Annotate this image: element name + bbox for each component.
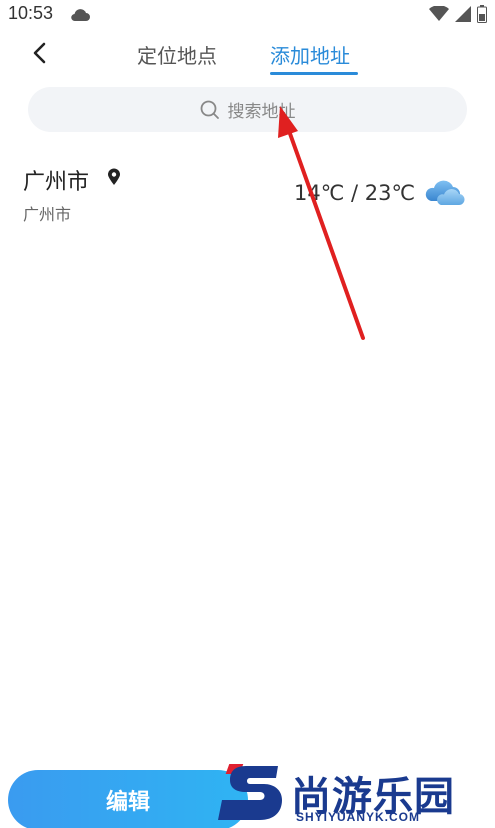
- search-icon: [200, 100, 219, 119]
- watermark-logo: 尚游乐园 SHYIYUANYK.COM: [216, 762, 495, 828]
- temperature-range: 14℃ / 23℃: [294, 181, 416, 205]
- back-button[interactable]: [24, 38, 54, 68]
- watermark-subtext: SHYIYUANYK.COM: [296, 810, 421, 824]
- cloud-icon: [70, 7, 90, 26]
- tab-locate[interactable]: 定位地点: [137, 40, 217, 69]
- location-pin-icon: [107, 168, 121, 190]
- city-name: 广州市: [23, 170, 90, 195]
- list-item[interactable]: 广州市 广州市 14℃ / 23℃: [0, 150, 495, 240]
- battery-icon: [477, 5, 487, 27]
- search-placeholder: 搜索地址: [227, 102, 296, 122]
- status-time: 10:53: [8, 3, 54, 23]
- edit-button-label: 编辑: [105, 790, 150, 815]
- signal-icon: [455, 6, 471, 26]
- edit-button[interactable]: 编辑: [8, 770, 248, 828]
- search-input[interactable]: 搜索地址: [28, 87, 467, 132]
- nav-bar: 定位地点 添加地址: [0, 30, 495, 80]
- status-bar: 10:53: [0, 0, 495, 30]
- city-subtitle: 广州市: [23, 205, 72, 224]
- chevron-left-icon: [33, 42, 46, 64]
- cloudy-icon: [423, 175, 465, 211]
- tab-underline: [270, 72, 358, 75]
- tab-add-address[interactable]: 添加地址: [270, 40, 350, 69]
- wifi-icon: [429, 5, 449, 26]
- watermark-s-icon: [218, 764, 282, 820]
